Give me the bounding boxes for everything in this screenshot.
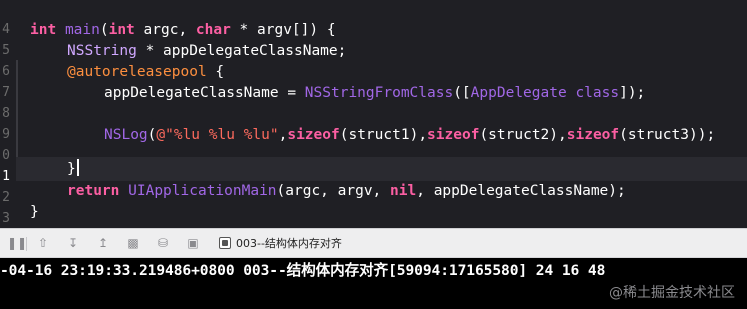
watermark: @稀土掘金技术社区	[609, 285, 735, 301]
debug-toolbar: ❚❚ ⇧ ↧ ↥ ▩ ⛁ ▣ 003--结构体内存对齐	[0, 228, 747, 258]
method-class: class	[575, 85, 620, 101]
code-text: (argc, argv,	[276, 183, 391, 199]
code-text: (struct3));	[619, 127, 716, 143]
code-editor[interactable]: 4 5 6 7 8 9 0 1 2 3 int main(int argc, c…	[0, 0, 747, 228]
function-nslog: NSLog	[104, 127, 148, 143]
memory-graph-icon[interactable]: ▣	[186, 236, 200, 250]
keyword-sizeof: sizeof	[427, 127, 480, 143]
continue-icon[interactable]: ⇧	[36, 236, 50, 250]
code-line[interactable]: appDelegateClassName = NSStringFromClass…	[104, 80, 645, 106]
target-app-icon	[219, 237, 231, 249]
keyword-nil: nil	[390, 183, 417, 199]
function-nsstringfromclass: NSStringFromClass	[304, 85, 454, 101]
function-main: main	[64, 22, 100, 38]
closing-brace: }	[30, 204, 39, 220]
code-line[interactable]: NSLog(@"%lu %lu %lu",sizeof(struct1),siz…	[104, 122, 715, 148]
format-string: @"%lu %lu %lu"	[156, 127, 279, 143]
function-uiapplicationmain: UIApplicationMain	[128, 183, 277, 199]
code-text: (struct1)	[339, 127, 419, 143]
keyword-sizeof: sizeof	[566, 127, 620, 143]
code-text: argc,	[134, 22, 196, 38]
line-number: 3	[2, 211, 10, 226]
console-log-line: -04-16 23:19:33.219486+0800 003--结构体内存对齐…	[0, 262, 606, 279]
class-appdelegate: AppDelegate	[470, 85, 567, 101]
debug-view-hierarchy-icon[interactable]: ⛁	[156, 236, 170, 250]
step-out-icon[interactable]: ▩	[126, 236, 140, 250]
text-cursor	[76, 159, 79, 176]
type-nsstring: NSString	[67, 43, 137, 59]
code-text: (struct2)	[479, 127, 559, 143]
keyword-int: int	[108, 22, 135, 38]
code-text: , appDelegateClassName);	[416, 183, 626, 199]
code-line[interactable]: }	[30, 199, 39, 225]
keyword-char: char	[195, 22, 231, 38]
code-line[interactable]: return UIApplicationMain(argc, argv, nil…	[67, 178, 626, 204]
code-text: ([	[453, 85, 471, 101]
keyword-int: int	[30, 22, 57, 38]
step-over-icon[interactable]: ↧	[66, 236, 80, 250]
hide-debug-area-icon[interactable]: ❚❚	[7, 236, 27, 250]
console-output-area[interactable]: -04-16 23:19:33.219486+0800 003--结构体内存对齐…	[0, 258, 747, 309]
line-number-gutter: 4 5 6 7 8 9 0 1 2 3	[0, 0, 14, 228]
step-into-icon[interactable]: ↥	[96, 236, 110, 250]
keyword-sizeof: sizeof	[287, 127, 340, 143]
directive-autoreleasepool: @autoreleasepool	[67, 64, 207, 80]
code-text: * argv[]) {	[230, 22, 336, 38]
keyword-return: return	[67, 183, 120, 199]
code-text: ]);	[619, 85, 646, 101]
target-label[interactable]: 003--结构体内存对齐	[236, 236, 342, 251]
toolbar-divider	[26, 237, 27, 251]
closing-brace: }	[67, 161, 76, 177]
code-text: ,	[418, 127, 428, 143]
code-text: {	[206, 64, 225, 80]
code-text: appDelegateClassName =	[104, 85, 305, 101]
code-text: (	[99, 22, 109, 38]
code-text: * appDelegateClassName;	[136, 43, 347, 59]
code-text: ,	[558, 127, 567, 143]
